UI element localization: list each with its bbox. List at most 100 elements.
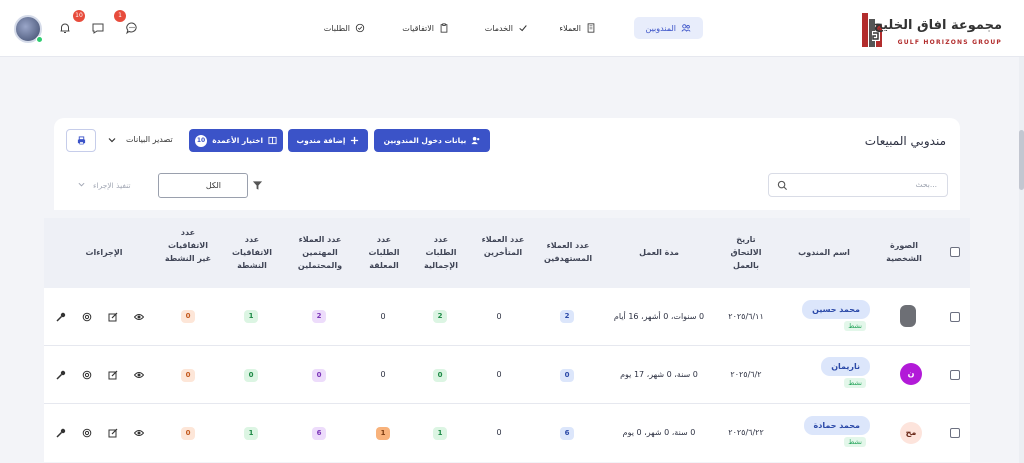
inactive-agreements-pill: 0	[181, 310, 195, 323]
header-name: اسم المندوب	[798, 248, 850, 257]
filter-select[interactable]: الكل	[158, 173, 248, 198]
active-agreements-pill: 0	[244, 369, 258, 382]
target-clients-pill: 2	[560, 310, 574, 323]
target-clients-pill: 6	[560, 427, 574, 440]
columns-count-badge: 10	[194, 134, 208, 147]
interested-clients-pill: 2	[312, 310, 326, 323]
notifications-badge: 10	[73, 10, 85, 22]
active-agreements-pill: 1	[244, 310, 258, 323]
header-duration: مدة العمل	[639, 248, 679, 257]
chevron-down-icon	[78, 182, 85, 187]
nav-label: الطلبات	[323, 23, 350, 33]
filter-value: الكل	[205, 181, 221, 190]
target-clients-pill: 0	[560, 369, 574, 382]
message-icon[interactable]	[91, 21, 105, 35]
representative-name[interactable]: ناريمان	[821, 357, 870, 376]
filter-icon[interactable]	[252, 180, 263, 191]
nav-label: العملاء	[559, 23, 581, 33]
header-target-clients: عدد العملاء المستهدفين	[543, 241, 593, 263]
edit-icon[interactable]	[108, 370, 118, 380]
export-label: تصدير البيانات	[126, 135, 173, 144]
key-icon[interactable]	[56, 312, 66, 322]
status-badge: نشط	[844, 437, 866, 447]
key-icon[interactable]	[56, 428, 66, 438]
nav-label: الاتفاقيات	[402, 23, 434, 33]
button-label: بيانات دخول المندوبين	[383, 136, 467, 145]
print-button[interactable]	[66, 129, 96, 152]
nav-item-clients[interactable]: العملاء	[547, 17, 608, 39]
top-navbar: مجموعة افاق الخليج GULF HORIZONS GROUP ا…	[0, 0, 1024, 57]
page-title: مندوبي المبيعات	[864, 134, 946, 148]
columns-icon	[268, 136, 277, 145]
interested-clients-pill: 6	[312, 427, 326, 440]
representative-name[interactable]: محمد حمادة	[803, 416, 870, 435]
key-icon[interactable]	[56, 370, 66, 380]
select-all-checkbox[interactable]	[950, 247, 960, 257]
edit-icon[interactable]	[108, 428, 118, 438]
clipboard-icon	[440, 23, 448, 33]
edit-icon[interactable]	[108, 312, 118, 322]
table-row: ن ناريمان نشط ٢٠٢٥/٦/٢ 0 سنة، 0 شهر، 17 …	[44, 346, 970, 404]
representative-photo	[900, 305, 916, 327]
header-inactive-agreements: عدد الاتفاقيات غير النشطة	[164, 228, 212, 263]
row-checkbox[interactable]	[950, 428, 960, 438]
header-late-clients: عدد العملاء المتأخرين	[481, 235, 525, 257]
add-representative-button[interactable]: إضافة مندوب	[288, 129, 368, 152]
active-agreements-pill: 1	[244, 427, 258, 440]
representative-name[interactable]: محمد حسين	[802, 300, 870, 319]
choose-columns-button[interactable]: اختيار الأعمدة 10	[189, 129, 283, 152]
total-orders-pill: 0	[433, 369, 447, 382]
page-scrollbar[interactable]	[1019, 57, 1024, 463]
row-checkbox[interactable]	[950, 370, 960, 380]
view-icon[interactable]	[134, 370, 144, 380]
nav-item-services[interactable]: الخدمات	[473, 17, 540, 39]
view-icon[interactable]	[134, 428, 144, 438]
work-duration: 0 سنة، 0 شهر، 0 يوم	[622, 428, 696, 437]
late-clients: 0	[496, 312, 502, 321]
table-row: محمد حسين نشط ٢٠٢٥/٦/١١ 0 سنوات، 0 أشهر،…	[44, 288, 970, 346]
building-icon	[587, 23, 595, 33]
status-badge: نشط	[844, 378, 866, 388]
bell-icon[interactable]	[58, 21, 72, 35]
search-placeholder: بحث...	[915, 180, 937, 189]
header-photo: الصورة الشخصية	[886, 241, 922, 263]
header-actions: الإجراءات	[85, 248, 123, 257]
check-circle-icon	[355, 23, 365, 33]
search-icon	[777, 180, 788, 191]
company-logo[interactable]: مجموعة افاق الخليج GULF HORIZONS GROUP	[862, 9, 1002, 49]
online-status-dot	[36, 36, 43, 43]
inactive-agreements-pill: 0	[181, 427, 195, 440]
total-orders-pill: 1	[433, 427, 447, 440]
late-clients: 0	[496, 370, 502, 379]
scrollbar-thumb[interactable]	[1019, 130, 1024, 190]
printer-icon	[77, 136, 85, 145]
header-interested-clients: عدد العملاء المهتمين والمحتملين	[297, 235, 343, 270]
closed-orders: 0	[380, 370, 386, 379]
people-icon	[681, 24, 691, 32]
logo-english-text: GULF HORIZONS GROUP	[897, 39, 1002, 46]
status-badge: نشط	[844, 321, 866, 331]
nav-item-agreements[interactable]: الاتفاقيات	[390, 17, 461, 39]
nav-label: المندوبين	[645, 23, 677, 33]
export-data-dropdown[interactable]: تصدير البيانات	[108, 135, 173, 144]
settings-icon[interactable]	[82, 370, 92, 380]
view-icon[interactable]	[134, 312, 144, 322]
check-icon	[519, 25, 527, 32]
nav-item-orders[interactable]: الطلبات	[312, 17, 377, 39]
chevron-down-icon	[108, 137, 116, 142]
bulk-action-select[interactable]: تنفيذ الإجراء	[78, 181, 130, 190]
header-total-orders: عدد الطلبات الإجمالية	[424, 235, 458, 270]
closed-orders: 0	[380, 312, 386, 321]
nav-item-representatives[interactable]: المندوبين	[633, 17, 703, 39]
login-data-button[interactable]: بيانات دخول المندوبين	[374, 129, 490, 152]
settings-icon[interactable]	[82, 312, 92, 322]
button-label: اختيار الأعمدة	[212, 136, 264, 145]
join-date: ٢٠٢٥/٦/٢	[730, 370, 762, 379]
chat-icon[interactable]	[125, 21, 139, 35]
settings-icon[interactable]	[82, 428, 92, 438]
header-closed-orders: عدد الطلبات المعلقة	[368, 235, 400, 270]
search-input[interactable]: بحث...	[768, 173, 948, 197]
button-label: إضافة مندوب	[296, 136, 346, 145]
representative-photo: ن	[900, 363, 922, 385]
row-checkbox[interactable]	[950, 312, 960, 322]
